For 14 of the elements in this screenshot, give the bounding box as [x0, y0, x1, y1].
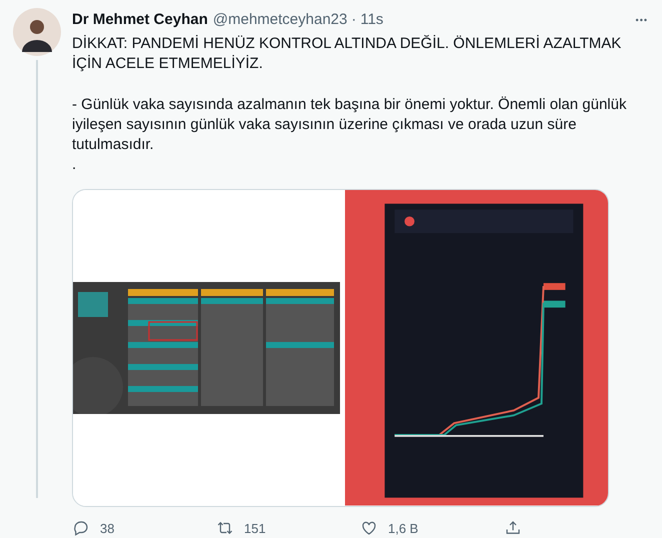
reply-icon[interactable] — [72, 519, 90, 538]
tweet-text: - Günlük vaka sayısında azalmanın tek başına bir önemi yoktur. Önemli olan günlük iyileşen sayısının günlük vaka sayısının üzerine çıkması ve orada uzun süre tutulmasıdır. — [72, 95, 628, 155]
timestamp[interactable]: 11s — [360, 10, 384, 30]
action-count: 1,6 B — [388, 520, 418, 538]
author-handle[interactable]: @mehmetceyhan23 — [212, 10, 348, 30]
tweet-text: . — [72, 155, 78, 175]
action-count: 38 — [100, 520, 114, 538]
avatar[interactable] — [13, 8, 61, 56]
action-count: 151 — [244, 520, 266, 538]
separator: · — [351, 10, 356, 30]
more-button[interactable]: ••• — [636, 10, 648, 30]
heart-icon[interactable] — [360, 519, 378, 538]
author-name[interactable]: Dr Mehmet Ceyhan — [72, 10, 208, 30]
tweet-text: DİKKAT: PANDEMİ HENÜZ KONTROL ALTINDA DEĞİL. ÖNLEMLERİ AZALTMAK İÇİN ACELE ETMEMELİYİZ. — [72, 34, 622, 74]
